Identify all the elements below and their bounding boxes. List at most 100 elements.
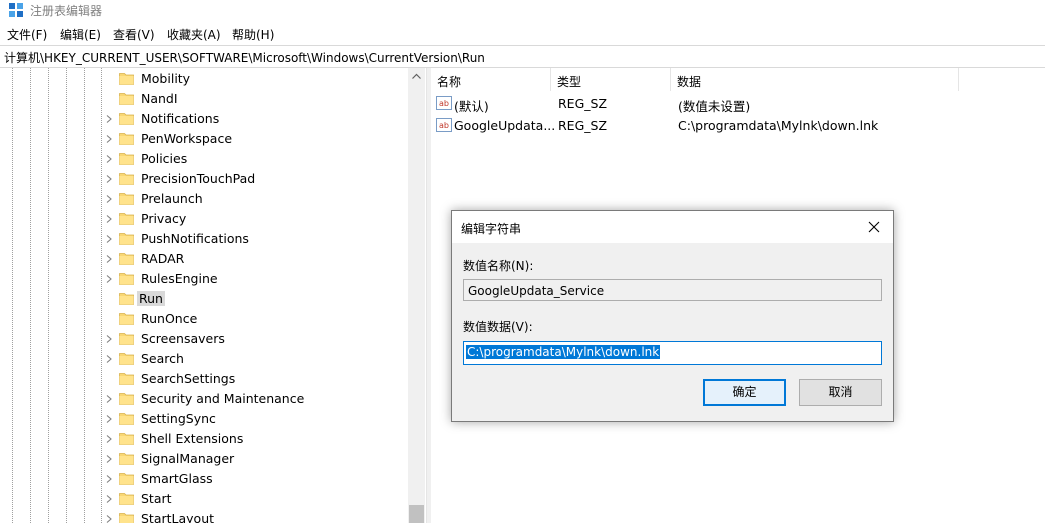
window-title: 注册表编辑器	[30, 4, 103, 18]
folder-icon	[119, 213, 134, 225]
tree-item[interactable]: Privacy	[0, 209, 408, 229]
folder-icon	[119, 493, 134, 505]
tree-item[interactable]: SmartGlass	[0, 469, 408, 489]
tree-item[interactable]: Prelaunch	[0, 189, 408, 209]
scroll-up-arrow-icon[interactable]	[408, 68, 425, 85]
folder-icon	[119, 393, 134, 405]
string-value-icon: ab	[436, 96, 452, 110]
chevron-right-icon[interactable]	[104, 414, 114, 424]
tree-item[interactable]: RulesEngine	[0, 269, 408, 289]
menu-favorites[interactable]: 收藏夹(A)	[167, 26, 221, 43]
column-header-name[interactable]: 名称	[431, 68, 551, 91]
column-header-data-label: 数据	[677, 75, 702, 89]
column-header-type[interactable]: 类型	[551, 68, 671, 91]
chevron-right-icon[interactable]	[104, 454, 114, 464]
folder-icon	[119, 193, 134, 205]
chevron-right-icon[interactable]	[104, 494, 114, 504]
value-data-input[interactable]: C:\programdata\Mylnk\down.lnk	[463, 341, 882, 365]
tree-item[interactable]: RunOnce	[0, 309, 408, 329]
value-name-text: GoogleUpdata_Service	[468, 284, 605, 298]
chevron-right-icon[interactable]	[104, 194, 114, 204]
chevron-right-icon[interactable]	[104, 334, 114, 344]
folder-icon	[119, 253, 134, 265]
tree-item[interactable]: Screensavers	[0, 329, 408, 349]
tree-item[interactable]: Notifications	[0, 109, 408, 129]
tree-item[interactable]: RADAR	[0, 249, 408, 269]
tree-item-label: Security and Maintenance	[141, 391, 305, 406]
chevron-right-icon[interactable]	[104, 474, 114, 484]
tree-item-label: Policies	[141, 151, 188, 166]
ok-button[interactable]: 确定	[703, 379, 786, 406]
chevron-right-icon[interactable]	[104, 134, 114, 144]
value-row[interactable]: ab GoogleUpdata... REG_SZ C:\programdata\My…	[431, 115, 1047, 136]
tree-item[interactable]: Security and Maintenance	[0, 389, 408, 409]
tree-item[interactable]: PrecisionTouchPad	[0, 169, 408, 189]
tree-item-label: Notifications	[141, 111, 220, 126]
tree-item[interactable]: NandI	[0, 89, 408, 109]
chevron-right-icon[interactable]	[104, 274, 114, 284]
close-icon[interactable]	[865, 218, 883, 236]
tree-item-label: Privacy	[141, 211, 187, 226]
value-data-text[interactable]: C:\programdata\Mylnk\down.lnk	[466, 345, 661, 359]
folder-icon	[119, 333, 134, 345]
value-data: C:\programdata\Mylnk\down.lnk	[678, 118, 879, 133]
tree-item[interactable]: Search	[0, 349, 408, 369]
value-row[interactable]: ab (默认) REG_SZ (数值未设置)	[431, 93, 1047, 114]
menu-help[interactable]: 帮助(H)	[232, 26, 274, 43]
value-name: (默认)	[454, 99, 489, 114]
scroll-thumb[interactable]	[409, 505, 424, 523]
folder-icon	[119, 353, 134, 365]
value-name: GoogleUpdata...	[454, 118, 556, 133]
tree-item[interactable]: SearchSettings	[0, 369, 408, 389]
tree-item[interactable]: Mobility	[0, 69, 408, 89]
tree-scrollbar[interactable]	[408, 68, 425, 523]
tree-item[interactable]: Start	[0, 489, 408, 509]
tree-item-label: Prelaunch	[141, 191, 203, 206]
address-bar[interactable]: 计算机\HKEY_CURRENT_USER\SOFTWARE\Microsoft…	[0, 45, 1045, 68]
dialog-title-bar[interactable]: 编辑字符串	[452, 211, 893, 243]
tree-item-label: Start	[141, 491, 172, 506]
tree-item[interactable]: Policies	[0, 149, 408, 169]
folder-icon	[119, 513, 134, 523]
column-header-name-label: 名称	[437, 75, 462, 89]
tree-item-label: NandI	[141, 91, 178, 106]
value-type: REG_SZ	[558, 118, 608, 133]
cancel-button[interactable]: 取消	[799, 379, 882, 406]
address-path[interactable]: 计算机\HKEY_CURRENT_USER\SOFTWARE\Microsoft…	[4, 49, 485, 66]
tree-item[interactable]: PenWorkspace	[0, 129, 408, 149]
menu-edit[interactable]: 编辑(E)	[60, 26, 101, 43]
chevron-right-icon[interactable]	[104, 174, 114, 184]
tree-item[interactable]: SignalManager	[0, 449, 408, 469]
chevron-right-icon[interactable]	[104, 434, 114, 444]
registry-editor-icon	[9, 3, 23, 17]
edit-string-dialog: 编辑字符串 数值名称(N): GoogleUpdata_Service 数值数据…	[451, 210, 894, 422]
svg-text:ab: ab	[439, 121, 449, 130]
column-header-type-label: 类型	[557, 75, 582, 89]
chevron-right-icon[interactable]	[104, 114, 114, 124]
menu-file[interactable]: 文件(F)	[7, 26, 47, 43]
key-tree[interactable]: Mobility NandI Notifications PenWorkspace Po…	[0, 68, 426, 523]
chevron-right-icon[interactable]	[104, 254, 114, 264]
tree-item-label: RunOnce	[141, 311, 198, 326]
chevron-right-icon[interactable]	[104, 214, 114, 224]
tree-item-label: RulesEngine	[141, 271, 218, 286]
tree-item-label: RADAR	[141, 251, 185, 266]
chevron-right-icon[interactable]	[104, 394, 114, 404]
tree-item[interactable]: Run	[0, 289, 408, 309]
chevron-right-icon[interactable]	[104, 354, 114, 364]
tree-item-label: PushNotifications	[141, 231, 249, 246]
tree-item[interactable]: Shell Extensions	[0, 429, 408, 449]
chevron-right-icon[interactable]	[104, 234, 114, 244]
menu-view[interactable]: 查看(V)	[113, 26, 155, 43]
chevron-right-icon[interactable]	[104, 154, 114, 164]
folder-icon	[119, 413, 134, 425]
tree-item[interactable]: StartLayout	[0, 509, 408, 523]
tree-item[interactable]: SettingSync	[0, 409, 408, 429]
tree-item[interactable]: PushNotifications	[0, 229, 408, 249]
column-header-data[interactable]: 数据	[671, 68, 959, 91]
chevron-right-icon[interactable]	[104, 514, 114, 523]
tree-item-label: Run	[137, 291, 165, 306]
tree-item-label: SmartGlass	[141, 471, 213, 486]
folder-icon	[119, 133, 134, 145]
folder-icon	[119, 73, 134, 85]
